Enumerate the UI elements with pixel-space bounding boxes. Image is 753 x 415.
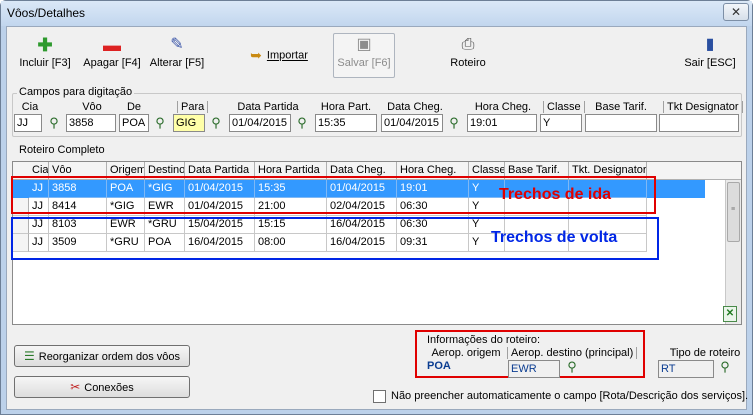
minus-icon: ▬ bbox=[103, 35, 121, 55]
classe-input[interactable]: Y bbox=[540, 114, 582, 132]
plus-icon: ✚ bbox=[37, 35, 53, 55]
hora-part-input[interactable]: 15:35 bbox=[315, 114, 377, 132]
tipo-roteiro-lookup-icon[interactable]: ⚲ bbox=[716, 358, 734, 376]
de-label: De bbox=[126, 101, 142, 113]
destino-lookup-icon[interactable]: ⚲ bbox=[563, 358, 581, 376]
window-title: Vôos/Detalhes bbox=[7, 6, 86, 20]
excel-export-icon[interactable]: ✕ bbox=[723, 306, 737, 322]
conexoes-label: Conexões bbox=[84, 382, 134, 394]
data-cheg-input[interactable]: 01/04/2015 bbox=[381, 114, 443, 132]
voo-input[interactable]: 3858 bbox=[66, 114, 116, 132]
grid-vertical-scrollbar[interactable]: ≡ bbox=[725, 180, 741, 324]
incluir-button[interactable]: ✚ Incluir [F3] bbox=[19, 35, 71, 79]
itinerary-group-label: Roteiro Completo bbox=[17, 144, 107, 156]
roteiro-button[interactable]: ⎙ Roteiro bbox=[443, 35, 493, 79]
cia-lookup-icon[interactable]: ⚲ bbox=[45, 114, 63, 132]
origem-value: POA bbox=[427, 360, 451, 372]
import-icon: ➥ bbox=[250, 47, 262, 63]
hora-cheg-label: Hora Cheg. bbox=[474, 101, 532, 113]
outbound-annotation: Trechos de ida bbox=[499, 186, 612, 203]
importar-button[interactable]: ➥ Importar bbox=[247, 47, 311, 67]
apagar-label: Apagar [F4] bbox=[83, 57, 141, 69]
alterar-button[interactable]: ✎ Alterar [F5] bbox=[147, 35, 207, 79]
return-annotation: Trechos de volta bbox=[491, 229, 618, 246]
classe-label: Classe bbox=[543, 101, 585, 113]
para-label: Para bbox=[177, 101, 209, 113]
alterar-label: Alterar [F5] bbox=[149, 57, 205, 69]
entry-group-label: Campos para digitação bbox=[17, 86, 135, 98]
hora-cheg-input[interactable]: 19:01 bbox=[467, 114, 537, 132]
data-partida-input[interactable]: 01/04/2015 bbox=[229, 114, 291, 132]
importar-label: Importar bbox=[266, 49, 308, 62]
tkt-designator-input[interactable] bbox=[659, 114, 739, 132]
client-area: ✚ Incluir [F3] ▬ Apagar [F4] ✎ Alterar [… bbox=[6, 26, 749, 410]
grip-icon: ≡ bbox=[731, 206, 736, 213]
title-bar: Vôos/Detalhes ✕ bbox=[1, 1, 752, 26]
cia-input[interactable]: JJ bbox=[14, 114, 42, 132]
hora-part-label: Hora Part. bbox=[320, 101, 372, 113]
cia-label: Cia bbox=[21, 101, 39, 113]
voo-label: Vôo bbox=[82, 101, 102, 113]
tipo-roteiro-input[interactable]: RT bbox=[658, 360, 714, 378]
tkt-designator-label: Tkt Designator bbox=[663, 101, 743, 113]
sair-button[interactable]: ▮ Sair [ESC] bbox=[681, 35, 739, 79]
roteiro-label: Roteiro bbox=[450, 57, 486, 69]
sair-label: Sair [ESC] bbox=[684, 57, 736, 69]
voos-detalhes-window: Vôos/Detalhes ✕ ✚ Incluir [F3] ▬ Apagar … bbox=[0, 0, 753, 415]
connections-icon: ✂ bbox=[70, 380, 81, 394]
save-icon: ▣ bbox=[356, 36, 372, 53]
scrollbar-thumb[interactable]: ≡ bbox=[727, 182, 740, 242]
route-info-group-label: Informações do roteiro: bbox=[427, 334, 541, 346]
de-lookup-icon[interactable]: ⚲ bbox=[151, 114, 169, 132]
auto-fill-checkbox[interactable] bbox=[373, 390, 386, 403]
apagar-button[interactable]: ▬ Apagar [F4] bbox=[81, 35, 143, 79]
data-cheg-label: Data Cheg. bbox=[387, 101, 443, 113]
destino-input[interactable]: EWR bbox=[508, 360, 560, 378]
conexoes-button[interactable]: ✂ Conexões bbox=[14, 376, 190, 398]
reorganizar-button[interactable]: ☰ Reorganizar ordem dos vôos bbox=[14, 345, 190, 367]
auto-fill-label: Não preencher automaticamente o campo [R… bbox=[391, 390, 749, 402]
salvar-label: Salvar [F6] bbox=[337, 57, 391, 69]
printer-icon: ⎙ bbox=[461, 36, 475, 53]
origem-label: Aerop. origem bbox=[431, 347, 501, 359]
para-lookup-icon[interactable]: ⚲ bbox=[207, 114, 225, 132]
de-input[interactable]: POA bbox=[119, 114, 149, 132]
incluir-label: Incluir [F3] bbox=[19, 57, 71, 69]
base-tarif-label: Base Tarif. bbox=[595, 101, 647, 113]
reorganizar-label: Reorganizar ordem dos vôos bbox=[38, 351, 180, 363]
edit-icon: ✎ bbox=[170, 36, 184, 53]
close-button[interactable]: ✕ bbox=[723, 3, 749, 21]
base-tarif-input[interactable] bbox=[585, 114, 657, 132]
data-cheg-lookup-icon[interactable]: ⚲ bbox=[445, 114, 463, 132]
exit-door-icon: ▮ bbox=[705, 36, 715, 53]
reorder-icon: ☰ bbox=[23, 349, 35, 363]
salvar-button[interactable]: ▣ Salvar [F6] bbox=[335, 35, 393, 79]
data-partida-lookup-icon[interactable]: ⚲ bbox=[293, 114, 311, 132]
data-partida-label: Data Partida bbox=[237, 101, 299, 113]
para-input[interactable]: GIG bbox=[173, 114, 205, 132]
